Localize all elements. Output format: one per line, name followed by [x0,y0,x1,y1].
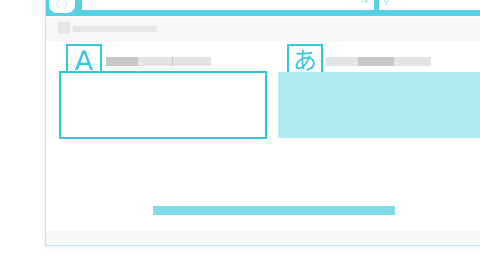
source-language-segment-active [106,57,138,66]
search-bar[interactable]: ⚲ [379,0,480,10]
translation-output [278,72,480,138]
source-language-divider [172,57,173,66]
arrow-right-icon[interactable]: → [360,0,368,7]
page-toolbar [46,17,480,41]
page-footer [46,231,480,245]
site-logo-placeholder [58,22,70,34]
back-forward-icon[interactable]: 〈 〉 [49,0,75,13]
translate-button[interactable] [153,206,395,215]
target-language-selector[interactable] [326,57,431,66]
address-bar[interactable]: → [82,0,374,10]
target-language-segment-active [358,57,394,66]
browser-titlebar: 〈 〉 → ⚲ [46,0,480,16]
source-language-selector[interactable] [106,57,211,66]
search-icon: ⚲ [383,0,390,7]
site-title-placeholder [73,26,157,32]
source-text-input[interactable] [59,71,267,139]
browser-window: 〈 〉 → ⚲ A あ [45,0,480,246]
